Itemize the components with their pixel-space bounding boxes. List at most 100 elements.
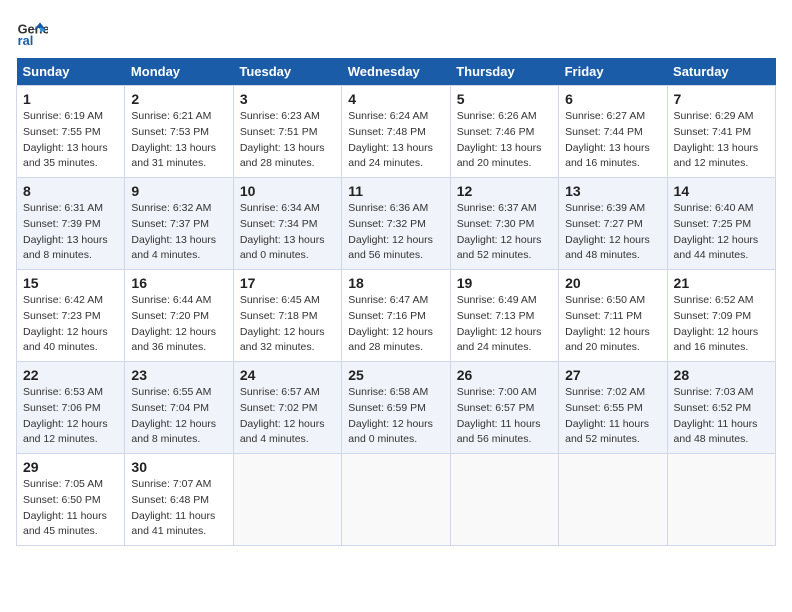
day-number: 27 [565,367,660,383]
day-detail: Sunrise: 6:40 AMSunset: 7:25 PMDaylight:… [674,202,759,261]
day-number: 22 [23,367,118,383]
day-detail: Sunrise: 7:03 AMSunset: 6:52 PMDaylight:… [674,386,758,445]
day-detail: Sunrise: 6:55 AMSunset: 7:04 PMDaylight:… [131,386,216,445]
day-detail: Sunrise: 6:42 AMSunset: 7:23 PMDaylight:… [23,294,108,353]
calendar-cell: 14 Sunrise: 6:40 AMSunset: 7:25 PMDaylig… [667,178,775,270]
day-number: 2 [131,91,226,107]
calendar-cell: 28 Sunrise: 7:03 AMSunset: 6:52 PMDaylig… [667,362,775,454]
calendar-cell: 24 Sunrise: 6:57 AMSunset: 7:02 PMDaylig… [233,362,341,454]
calendar-cell: 7 Sunrise: 6:29 AMSunset: 7:41 PMDayligh… [667,86,775,178]
day-number: 26 [457,367,552,383]
day-detail: Sunrise: 6:58 AMSunset: 6:59 PMDaylight:… [348,386,433,445]
day-number: 4 [348,91,443,107]
day-detail: Sunrise: 6:49 AMSunset: 7:13 PMDaylight:… [457,294,542,353]
calendar-cell: 27 Sunrise: 7:02 AMSunset: 6:55 PMDaylig… [559,362,667,454]
day-number: 28 [674,367,769,383]
calendar-cell: 21 Sunrise: 6:52 AMSunset: 7:09 PMDaylig… [667,270,775,362]
day-number: 25 [348,367,443,383]
day-detail: Sunrise: 6:47 AMSunset: 7:16 PMDaylight:… [348,294,433,353]
day-detail: Sunrise: 6:27 AMSunset: 7:44 PMDaylight:… [565,110,650,169]
day-detail: Sunrise: 6:44 AMSunset: 7:20 PMDaylight:… [131,294,216,353]
calendar-cell: 29 Sunrise: 7:05 AMSunset: 6:50 PMDaylig… [17,454,125,546]
calendar-cell [667,454,775,546]
day-detail: Sunrise: 6:21 AMSunset: 7:53 PMDaylight:… [131,110,216,169]
calendar-table: SundayMondayTuesdayWednesdayThursdayFrid… [16,58,776,546]
calendar-cell: 30 Sunrise: 7:07 AMSunset: 6:48 PMDaylig… [125,454,233,546]
day-detail: Sunrise: 6:31 AMSunset: 7:39 PMDaylight:… [23,202,108,261]
day-number: 18 [348,275,443,291]
logo: Gene ral [16,16,52,48]
calendar-cell: 15 Sunrise: 6:42 AMSunset: 7:23 PMDaylig… [17,270,125,362]
week-row-2: 8 Sunrise: 6:31 AMSunset: 7:39 PMDayligh… [17,178,776,270]
day-detail: Sunrise: 6:24 AMSunset: 7:48 PMDaylight:… [348,110,433,169]
day-number: 29 [23,459,118,475]
weekday-header-tuesday: Tuesday [233,58,341,86]
calendar-cell: 5 Sunrise: 6:26 AMSunset: 7:46 PMDayligh… [450,86,558,178]
page-header: Gene ral [16,16,776,48]
day-detail: Sunrise: 6:32 AMSunset: 7:37 PMDaylight:… [131,202,216,261]
day-detail: Sunrise: 6:39 AMSunset: 7:27 PMDaylight:… [565,202,650,261]
day-detail: Sunrise: 7:05 AMSunset: 6:50 PMDaylight:… [23,478,107,537]
day-number: 16 [131,275,226,291]
calendar-cell: 6 Sunrise: 6:27 AMSunset: 7:44 PMDayligh… [559,86,667,178]
calendar-cell: 11 Sunrise: 6:36 AMSunset: 7:32 PMDaylig… [342,178,450,270]
day-number: 3 [240,91,335,107]
day-detail: Sunrise: 6:45 AMSunset: 7:18 PMDaylight:… [240,294,325,353]
calendar-cell: 16 Sunrise: 6:44 AMSunset: 7:20 PMDaylig… [125,270,233,362]
day-detail: Sunrise: 6:26 AMSunset: 7:46 PMDaylight:… [457,110,542,169]
day-number: 19 [457,275,552,291]
day-number: 17 [240,275,335,291]
day-detail: Sunrise: 6:57 AMSunset: 7:02 PMDaylight:… [240,386,325,445]
day-detail: Sunrise: 7:02 AMSunset: 6:55 PMDaylight:… [565,386,649,445]
day-number: 7 [674,91,769,107]
weekday-header-saturday: Saturday [667,58,775,86]
weekday-header-monday: Monday [125,58,233,86]
day-number: 11 [348,183,443,199]
day-detail: Sunrise: 6:23 AMSunset: 7:51 PMDaylight:… [240,110,325,169]
weekday-header-wednesday: Wednesday [342,58,450,86]
calendar-cell: 18 Sunrise: 6:47 AMSunset: 7:16 PMDaylig… [342,270,450,362]
week-row-3: 15 Sunrise: 6:42 AMSunset: 7:23 PMDaylig… [17,270,776,362]
day-number: 20 [565,275,660,291]
calendar-cell [559,454,667,546]
calendar-cell: 2 Sunrise: 6:21 AMSunset: 7:53 PMDayligh… [125,86,233,178]
weekday-header-sunday: Sunday [17,58,125,86]
calendar-cell [450,454,558,546]
calendar-cell: 17 Sunrise: 6:45 AMSunset: 7:18 PMDaylig… [233,270,341,362]
calendar-cell [342,454,450,546]
day-detail: Sunrise: 6:36 AMSunset: 7:32 PMDaylight:… [348,202,433,261]
day-detail: Sunrise: 6:53 AMSunset: 7:06 PMDaylight:… [23,386,108,445]
calendar-cell: 23 Sunrise: 6:55 AMSunset: 7:04 PMDaylig… [125,362,233,454]
calendar-cell: 19 Sunrise: 6:49 AMSunset: 7:13 PMDaylig… [450,270,558,362]
calendar-cell: 1 Sunrise: 6:19 AMSunset: 7:55 PMDayligh… [17,86,125,178]
day-number: 15 [23,275,118,291]
day-number: 9 [131,183,226,199]
day-detail: Sunrise: 7:07 AMSunset: 6:48 PMDaylight:… [131,478,215,537]
calendar-cell: 22 Sunrise: 6:53 AMSunset: 7:06 PMDaylig… [17,362,125,454]
calendar-cell: 26 Sunrise: 7:00 AMSunset: 6:57 PMDaylig… [450,362,558,454]
svg-text:ral: ral [18,33,34,48]
day-number: 6 [565,91,660,107]
calendar-cell: 25 Sunrise: 6:58 AMSunset: 6:59 PMDaylig… [342,362,450,454]
day-number: 8 [23,183,118,199]
day-detail: Sunrise: 6:19 AMSunset: 7:55 PMDaylight:… [23,110,108,169]
day-detail: Sunrise: 6:52 AMSunset: 7:09 PMDaylight:… [674,294,759,353]
day-number: 10 [240,183,335,199]
day-detail: Sunrise: 6:37 AMSunset: 7:30 PMDaylight:… [457,202,542,261]
calendar-cell [233,454,341,546]
calendar-cell: 8 Sunrise: 6:31 AMSunset: 7:39 PMDayligh… [17,178,125,270]
day-number: 13 [565,183,660,199]
week-row-1: 1 Sunrise: 6:19 AMSunset: 7:55 PMDayligh… [17,86,776,178]
day-number: 23 [131,367,226,383]
day-number: 1 [23,91,118,107]
day-detail: Sunrise: 7:00 AMSunset: 6:57 PMDaylight:… [457,386,541,445]
day-number: 5 [457,91,552,107]
day-number: 21 [674,275,769,291]
weekday-header-thursday: Thursday [450,58,558,86]
week-row-5: 29 Sunrise: 7:05 AMSunset: 6:50 PMDaylig… [17,454,776,546]
day-number: 14 [674,183,769,199]
weekday-header-row: SundayMondayTuesdayWednesdayThursdayFrid… [17,58,776,86]
day-number: 30 [131,459,226,475]
weekday-header-friday: Friday [559,58,667,86]
day-detail: Sunrise: 6:29 AMSunset: 7:41 PMDaylight:… [674,110,759,169]
